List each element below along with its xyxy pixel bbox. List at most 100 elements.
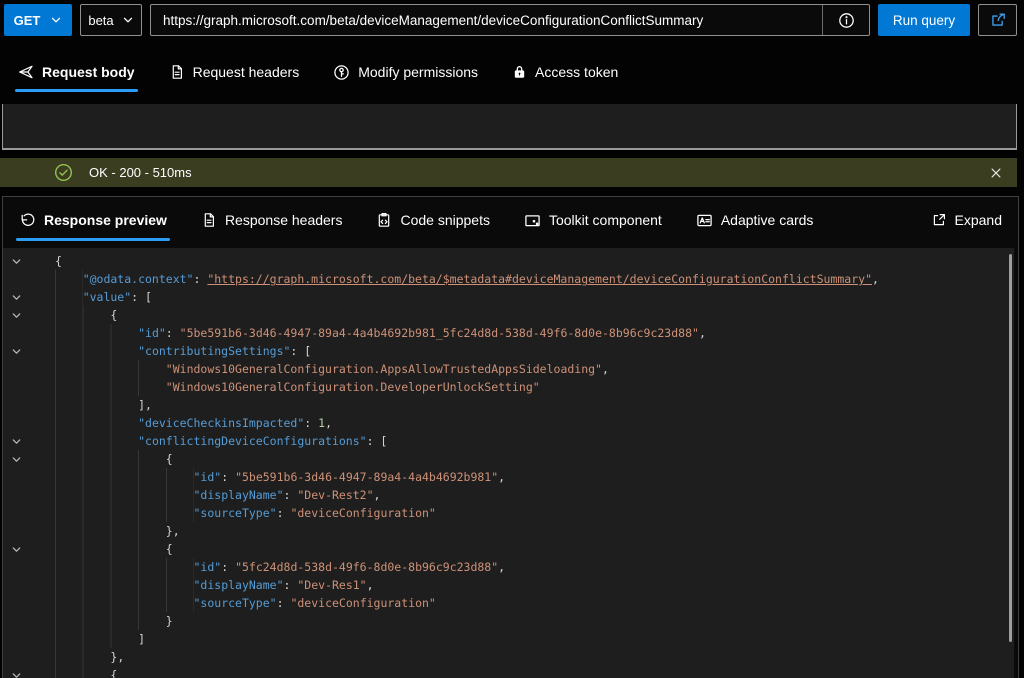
json-token: :: [304, 414, 318, 432]
json-line: {: [3, 306, 1014, 324]
status-close-button[interactable]: [989, 158, 1003, 187]
send-icon: [18, 64, 34, 80]
editor-gutter: [3, 346, 43, 357]
odata-context-link[interactable]: "https://graph.microsoft.com/beta/$metad…: [207, 270, 872, 288]
request-bar: GET beta https://graph.microsoft.com/bet…: [4, 4, 1017, 36]
json-token: "deviceConfiguration": [290, 504, 435, 522]
editor-gutter: [3, 454, 43, 465]
request-body-panel[interactable]: [2, 104, 1017, 150]
tab-request-body[interactable]: Request body: [18, 48, 135, 96]
json-line: {: [3, 540, 1014, 558]
tab-adaptive-cards[interactable]: Adaptive cards: [696, 197, 814, 243]
share-query-button[interactable]: [978, 4, 1017, 36]
json-token: {: [110, 666, 117, 678]
json-line: "@odata.context": "https://graph.microso…: [3, 270, 1014, 288]
json-line: "conflictingDeviceConfigurations": [: [3, 432, 1014, 450]
json-line: "id": "5fc24d8d-538d-49f6-8d0e-8b96c9c23…: [3, 558, 1014, 576]
json-token: "deviceConfiguration": [290, 594, 435, 612]
json-token: "id": [138, 324, 166, 342]
json-token: "value": [83, 288, 131, 306]
json-line: "displayName": "Dev-Res1",: [3, 576, 1014, 594]
tab-label: Code snippets: [400, 212, 490, 228]
json-token: :: [193, 270, 207, 288]
json-token: },: [110, 648, 124, 666]
json-token: "id": [194, 468, 222, 486]
expand-icon: [931, 212, 947, 228]
json-token: ,: [367, 576, 374, 594]
permissions-icon: [333, 64, 350, 81]
json-token: "conflictingDeviceConfigurations": [138, 432, 366, 450]
json-line: "Windows10GeneralConfiguration.AppsAllow…: [3, 360, 1014, 378]
fold-chevron-icon[interactable]: [11, 292, 22, 303]
http-method-dropdown[interactable]: GET: [4, 4, 72, 36]
editor-gutter: [3, 256, 43, 267]
json-token: ]: [138, 630, 145, 648]
editor-scrollbar[interactable]: [1009, 254, 1012, 642]
json-line: "value": [: [3, 288, 1014, 306]
json-token: ,: [498, 468, 505, 486]
json-token: "Windows10GeneralConfiguration.AppsAllow…: [166, 360, 602, 378]
json-token: "5be591b6-3d46-4947-89a4-4a4b4692b981_5f…: [180, 324, 699, 342]
json-token: :: [284, 486, 298, 504]
tab-label: Request headers: [193, 64, 300, 80]
json-token: "sourceType": [194, 594, 277, 612]
tab-toolkit-component[interactable]: Toolkit component: [524, 197, 662, 243]
json-line: "id": "5be591b6-3d46-4947-89a4-4a4b4692b…: [3, 324, 1014, 342]
tab-modify-permissions[interactable]: Modify permissions: [333, 48, 478, 96]
json-token: :: [277, 594, 291, 612]
json-token: {: [55, 252, 62, 270]
tab-label: Toolkit component: [549, 212, 662, 228]
json-token: "5fc24d8d-538d-49f6-8d0e-8b96c9c23d88": [235, 558, 498, 576]
json-token: ],: [138, 396, 152, 414]
fold-chevron-icon[interactable]: [11, 436, 22, 447]
json-line: }: [3, 612, 1014, 630]
json-token: ,: [498, 558, 505, 576]
share-icon: [989, 11, 1007, 29]
json-line: ]: [3, 630, 1014, 648]
json-token: 1: [318, 414, 325, 432]
json-line: {: [3, 666, 1014, 678]
json-token: :: [166, 324, 180, 342]
json-token: :: [221, 558, 235, 576]
tab-access-token[interactable]: Access token: [512, 48, 618, 96]
tab-response-headers[interactable]: Response headers: [201, 197, 343, 243]
json-token: },: [166, 522, 180, 540]
info-icon: [838, 12, 855, 29]
json-token: ,: [602, 360, 609, 378]
tab-label: Response preview: [44, 212, 167, 228]
tab-label: Access token: [535, 64, 618, 80]
tab-request-headers[interactable]: Request headers: [169, 48, 300, 96]
json-token: ,: [325, 414, 332, 432]
json-line: "contributingSettings": [: [3, 342, 1014, 360]
json-token: {: [110, 306, 117, 324]
json-line: "id": "5be591b6-3d46-4947-89a4-4a4b4692b…: [3, 468, 1014, 486]
tab-code-snippets[interactable]: Code snippets: [376, 197, 490, 243]
json-token: "id": [194, 558, 222, 576]
fold-chevron-icon[interactable]: [11, 454, 22, 465]
fold-chevron-icon[interactable]: [11, 256, 22, 267]
fold-chevron-icon[interactable]: [11, 670, 22, 678]
request-url-input[interactable]: https://graph.microsoft.com/beta/deviceM…: [151, 5, 822, 35]
json-token: "@odata.context": [83, 270, 194, 288]
json-token: {: [166, 540, 173, 558]
expand-button[interactable]: Expand: [931, 212, 1002, 228]
editor-gutter: [3, 544, 43, 555]
editor-gutter: [3, 292, 43, 303]
fold-chevron-icon[interactable]: [11, 346, 22, 357]
fold-chevron-icon[interactable]: [11, 544, 22, 555]
fold-chevron-icon[interactable]: [11, 310, 22, 321]
response-tabs: Response preview Response headers Code sni…: [3, 197, 1018, 243]
tab-response-preview[interactable]: Response preview: [19, 197, 167, 243]
url-info-button[interactable]: [822, 5, 869, 35]
json-token: : [: [290, 342, 311, 360]
status-message: OK - 200 - 510ms: [89, 165, 192, 180]
run-query-button[interactable]: Run query: [878, 4, 970, 36]
api-version-dropdown[interactable]: beta: [80, 4, 142, 36]
request-tabs: Request body Request headers Modify permis…: [4, 48, 1017, 96]
code-clipboard-icon: [376, 212, 392, 228]
json-line: {: [3, 450, 1014, 468]
check-circle-icon: [54, 163, 73, 182]
json-line: "sourceType": "deviceConfiguration": [3, 504, 1014, 522]
json-token: :: [221, 468, 235, 486]
document-icon: [169, 64, 185, 80]
